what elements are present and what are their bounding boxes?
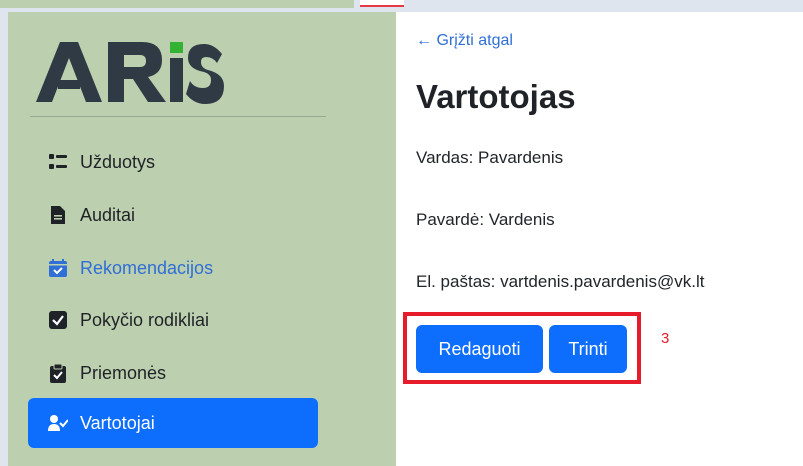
field-email: El. paštas: vartdenis.pavardenis@vk.lt	[416, 272, 705, 291]
sidebar-item-vartotojai[interactable]: Vartotojai	[28, 398, 318, 448]
sidebar-divider	[30, 116, 326, 117]
edit-button[interactable]: Redaguoti	[416, 325, 543, 373]
sidebar-item-label: Rekomendacijos	[80, 257, 214, 278]
aris-logo[interactable]	[34, 36, 224, 108]
left-edge	[0, 12, 8, 466]
back-link[interactable]: ← Grįžti atgal	[416, 32, 513, 50]
clipboard-check-icon	[48, 363, 68, 383]
aris-logo-mark	[36, 42, 224, 104]
user-check-icon	[48, 413, 68, 433]
sidebar-item-label: Vartotojai	[80, 412, 155, 433]
sidebar-item-label: Priemonės	[80, 362, 167, 383]
delete-button[interactable]: Trinti	[549, 325, 627, 373]
annotation-marker: 3	[661, 330, 670, 347]
sidebar-item-label: Užduotys	[80, 151, 156, 172]
field-first-name: Vardas: Pavardenis	[416, 148, 564, 167]
top-strip-green	[0, 0, 354, 8]
sidebar-item-uzduotys[interactable]: Užduotys	[28, 137, 318, 187]
field-last-name: Pavardė: Vardenis	[416, 210, 555, 229]
sidebar-item-label: Pokyčio rodikliai	[80, 309, 210, 330]
main-content: ← Grįžti atgal Vartotojas Vardas: Pavard…	[396, 12, 803, 466]
file-text-icon	[48, 205, 68, 225]
top-strip-red-underline	[360, 0, 404, 7]
top-window-strip	[0, 0, 803, 12]
page-title: Vartotojas	[416, 78, 576, 115]
sidebar: Užduotys Auditai Rekomendacijos Pokyčio …	[8, 12, 396, 466]
checkbox-checked-icon	[48, 310, 68, 330]
calendar-check-icon	[48, 258, 68, 278]
sidebar-item-rekomendacijos[interactable]: Rekomendacijos	[28, 243, 318, 293]
sidebar-item-pokycio-rodikliai[interactable]: Pokyčio rodikliai	[28, 295, 318, 345]
sidebar-item-label: Auditai	[80, 204, 136, 225]
sidebar-item-priemones[interactable]: Priemonės	[28, 348, 318, 398]
tasks-icon	[48, 152, 68, 172]
sidebar-item-auditai[interactable]: Auditai	[28, 190, 318, 240]
